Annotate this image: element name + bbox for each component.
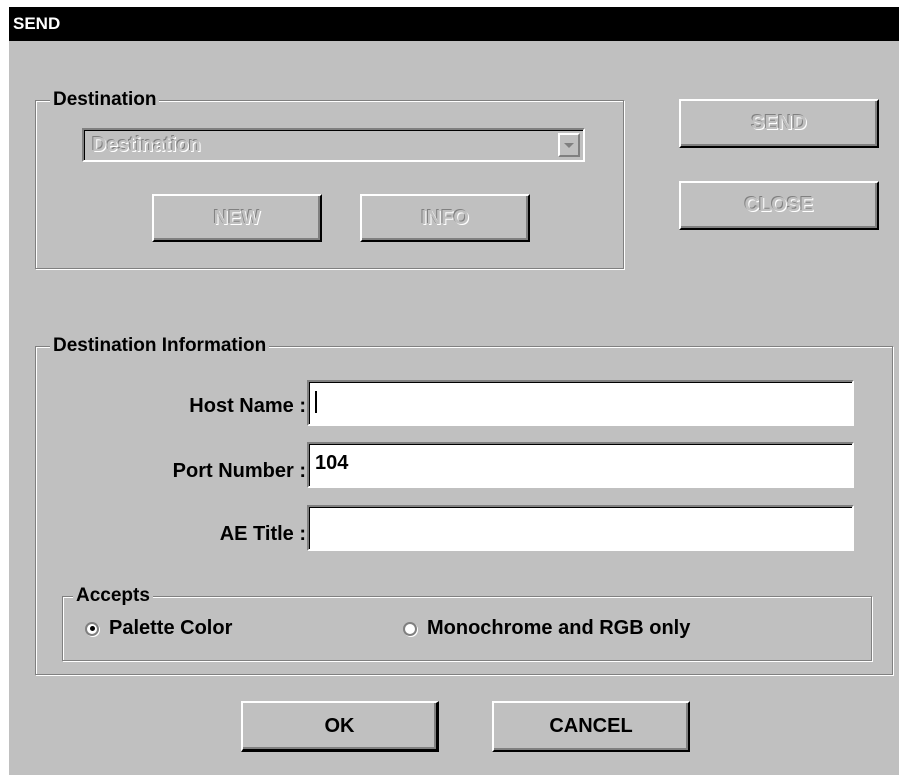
palette-color-label: Palette Color (109, 617, 233, 639)
destination-group: Destination Destination NEW INFO (35, 87, 624, 269)
chevron-down-icon[interactable] (558, 133, 580, 157)
destination-combo[interactable]: Destination (82, 128, 585, 162)
ae-title-label: AE Title : (219, 523, 306, 545)
destination-information-group: Destination Information Host Name : Port… (35, 333, 893, 675)
host-name-label: Host Name : (189, 395, 306, 417)
monochrome-rgb-radio[interactable]: Monochrome and RGB only (403, 617, 690, 640)
accepts-group: Accepts Palette Color Monochrome and RGB… (62, 583, 872, 661)
title-bar: SEND (9, 7, 899, 41)
send-button[interactable]: SEND (679, 99, 879, 148)
monochrome-rgb-label: Monochrome and RGB only (427, 617, 691, 639)
destination-legend: Destination (50, 87, 160, 113)
radio-unselected-icon[interactable] (403, 621, 417, 636)
ok-button[interactable]: OK (241, 701, 439, 752)
send-dialog: SEND Destination Destination NEW INFO SE… (7, 7, 899, 775)
destination-information-legend: Destination Information (50, 333, 270, 359)
port-number-input[interactable]: 104 (307, 442, 854, 488)
text-caret (315, 390, 317, 413)
port-number-label: Port Number : (172, 460, 306, 482)
new-button[interactable]: NEW (152, 194, 322, 242)
cancel-button[interactable]: CANCEL (492, 701, 690, 752)
ae-title-input[interactable] (307, 505, 854, 551)
close-button[interactable]: CLOSE (679, 181, 879, 230)
radio-selected-icon[interactable] (85, 621, 99, 636)
accepts-legend: Accepts (73, 583, 153, 609)
destination-combo-value: Destination (92, 134, 201, 156)
palette-color-radio[interactable]: Palette Color (85, 617, 232, 640)
info-button[interactable]: INFO (360, 194, 530, 242)
host-name-input[interactable] (307, 380, 854, 426)
